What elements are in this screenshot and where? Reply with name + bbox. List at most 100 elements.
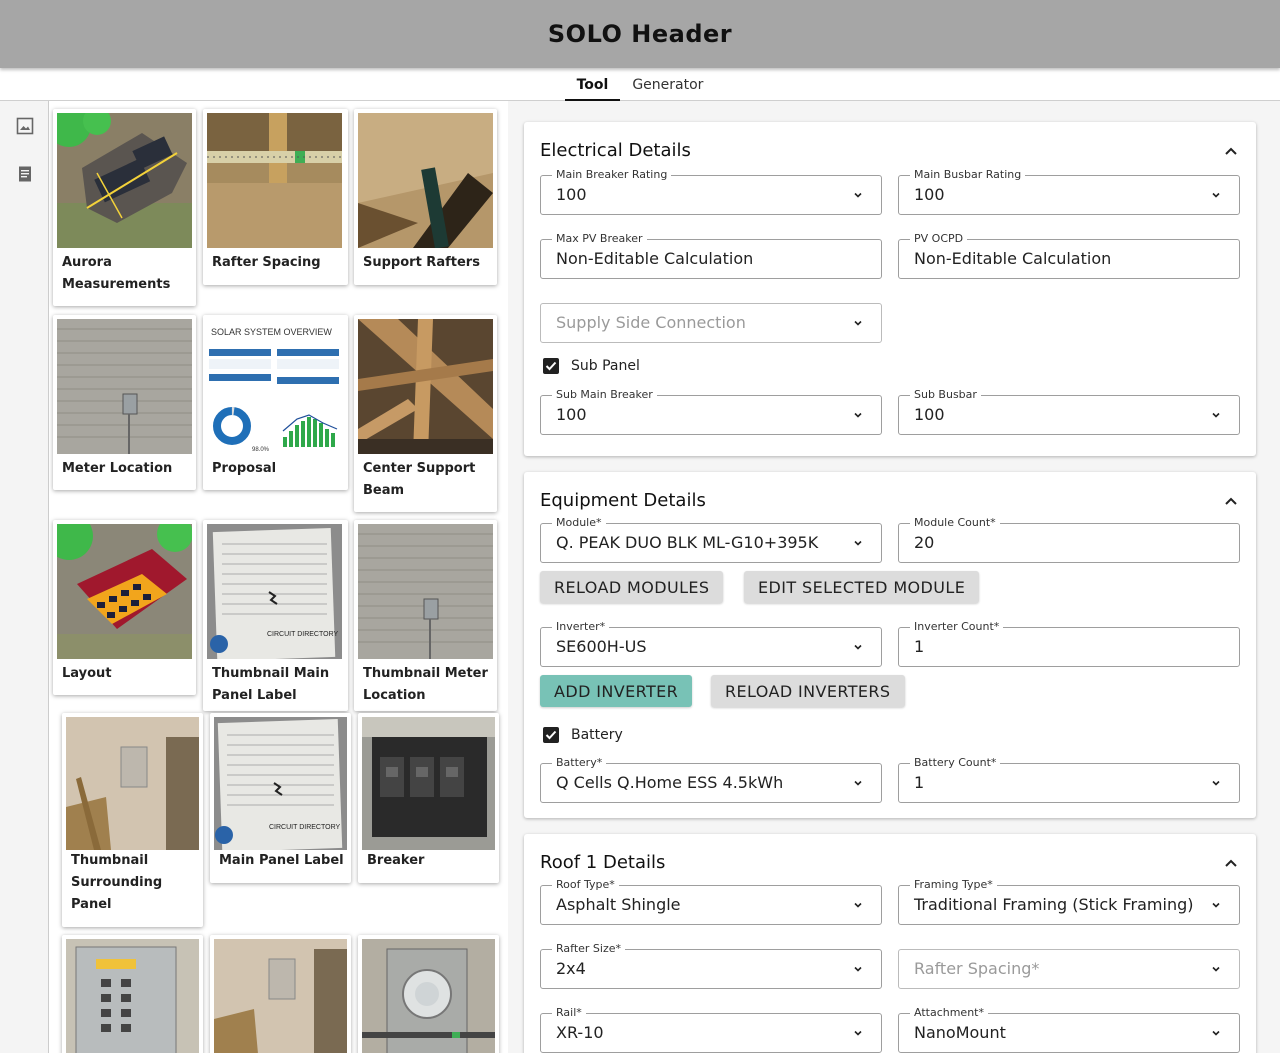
reload-inverters-button[interactable]: RELOAD INVERTERS — [711, 675, 905, 707]
chevron-down-icon — [854, 412, 862, 418]
chevron-down-icon — [854, 966, 862, 972]
card-caption: Proposal — [212, 461, 277, 476]
photo-gallery: Aurora Measurements Rafter Spacing Suppo… — [49, 101, 504, 1053]
pv-ocpd-field: PV OCPD Non-Editable Calculation — [898, 232, 1240, 279]
electrical-details-section: Electrical Details Main Breaker Rating 1… — [524, 122, 1256, 456]
photo-card-thumbnail-main-panel-label[interactable]: CIRCUIT DIRECTORY Thumbnail Main Panel L… — [203, 520, 348, 711]
rafter-spacing-photo — [207, 113, 342, 248]
chevron-down-icon — [854, 902, 862, 908]
card-caption: Main Panel Label — [219, 853, 344, 868]
section-title: Equipment Details — [540, 490, 706, 511]
photo-card-layout[interactable]: Layout — [53, 520, 196, 695]
card-caption: Breaker — [367, 853, 425, 868]
layout-photo — [57, 524, 192, 659]
roof-details-section: Roof 1 Details Roof Type* Asphalt Shingl… — [524, 834, 1256, 1053]
supply-side-connection-select[interactable]: Supply Side Connection — [540, 303, 882, 343]
document-icon[interactable] — [16, 165, 34, 183]
photo-card-proposal[interactable]: SOLAR SYSTEM OVERVIEW 98.0% Proposal — [203, 315, 348, 490]
tab-tool[interactable]: Tool — [564, 70, 621, 101]
tab-generator[interactable]: Generator — [620, 70, 715, 101]
rail-select[interactable]: Rail* XR-10 — [540, 1006, 882, 1053]
reload-modules-button[interactable]: RELOAD MODULES — [540, 571, 724, 603]
circuit-directory-text: CIRCUIT DIRECTORY — [267, 631, 339, 638]
module-count-input[interactable]: Module Count* 20 — [898, 516, 1240, 563]
support-rafters-photo — [358, 113, 493, 248]
aurora-photo — [57, 113, 192, 248]
chevron-down-icon — [854, 540, 862, 546]
battery-count-select[interactable]: Battery Count* 1 — [898, 756, 1240, 803]
chevron-down-icon — [854, 320, 862, 326]
chevron-down-icon — [854, 780, 862, 786]
roof-type-select[interactable]: Roof Type* Asphalt Shingle — [540, 878, 882, 925]
card-caption: Rafter Spacing — [212, 255, 321, 270]
meter-photo — [362, 939, 495, 1053]
card-caption: Layout — [62, 666, 112, 681]
add-inverter-button[interactable]: ADD INVERTER — [540, 675, 693, 707]
battery-select[interactable]: Battery* Q Cells Q.Home ESS 4.5kWh — [540, 756, 882, 803]
rafter-spacing-select[interactable]: Rafter Spacing* — [898, 949, 1240, 989]
chevron-down-icon — [1212, 192, 1220, 198]
section-title: Roof 1 Details — [540, 852, 666, 873]
framing-type-select[interactable]: Framing Type* Traditional Framing (Stick… — [898, 878, 1240, 925]
max-pv-breaker-field: Max PV Breaker Non-Editable Calculation — [540, 232, 882, 279]
sub-busbar-select[interactable]: Sub Busbar 100 — [898, 388, 1240, 435]
card-caption: Thumbnail Main Panel Label — [212, 666, 330, 703]
chevron-down-icon — [854, 644, 862, 650]
chevron-down-icon — [854, 192, 862, 198]
proposal-image-pct: 98.0% — [252, 447, 270, 453]
edit-selected-module-button[interactable]: EDIT SELECTED MODULE — [744, 571, 980, 603]
section-title: Electrical Details — [540, 140, 691, 161]
chevron-down-icon — [1212, 902, 1220, 908]
chevron-down-icon — [1212, 780, 1220, 786]
battery-checkbox[interactable]: Battery — [543, 727, 623, 743]
main-breaker-rating-select[interactable]: Main Breaker Rating 100 — [540, 168, 882, 215]
photo-card-breaker[interactable]: Breaker — [358, 713, 499, 883]
rafter-size-select[interactable]: Rafter Size* 2x4 — [540, 942, 882, 989]
image-icon[interactable] — [16, 117, 34, 135]
thumbnail-meter-location-photo — [358, 524, 493, 659]
app-header: SOLO Header — [0, 0, 1280, 68]
proposal-image-title: SOLAR SYSTEM OVERVIEW — [211, 327, 332, 337]
equipment-details-section: Equipment Details Module* Q. PEAK DUO BL… — [524, 472, 1256, 818]
photo-card-panel-interior[interactable] — [62, 935, 203, 1053]
main-busbar-rating-select[interactable]: Main Busbar Rating 100 — [898, 168, 1240, 215]
card-caption: Thumbnail Meter Location — [363, 666, 488, 703]
surrounding-area-photo — [214, 939, 347, 1053]
chevron-up-icon[interactable] — [1224, 494, 1238, 508]
photo-card-center-support-beam[interactable]: Center Support Beam — [354, 315, 497, 512]
inverter-select[interactable]: Inverter* SE600H-US — [540, 620, 882, 667]
photo-card-main-panel-label[interactable]: CIRCUIT DIRECTORY Main Panel Label — [210, 713, 351, 883]
photo-card-thumbnail-meter-location[interactable]: Thumbnail Meter Location — [354, 520, 497, 711]
photo-card-rafter-spacing[interactable]: Rafter Spacing — [203, 109, 348, 285]
circuit-directory-text-2: CIRCUIT DIRECTORY — [269, 824, 341, 831]
photo-card-meter-location[interactable]: Meter Location — [53, 315, 196, 490]
chevron-up-icon[interactable] — [1224, 144, 1238, 158]
photo-card-aurora-measurements[interactable]: Aurora Measurements — [53, 109, 196, 306]
sub-main-breaker-select[interactable]: Sub Main Breaker 100 — [540, 388, 882, 435]
main-panel-label-photo: CIRCUIT DIRECTORY — [207, 524, 342, 659]
photo-card-meter[interactable] — [358, 935, 499, 1053]
card-caption: Center Support Beam — [363, 461, 476, 498]
attachment-select[interactable]: Attachment* NanoMount — [898, 1006, 1240, 1053]
module-select[interactable]: Module* Q. PEAK DUO BLK ML-G10+395K — [540, 516, 882, 563]
card-caption: Meter Location — [62, 461, 173, 476]
card-caption: Aurora Measurements — [62, 255, 171, 292]
photo-card-surrounding-area[interactable] — [210, 935, 351, 1053]
chevron-down-icon — [854, 1030, 862, 1036]
inverter-count-input[interactable]: Inverter Count* 1 — [898, 620, 1240, 667]
surrounding-panel-photo — [66, 717, 199, 850]
center-support-beam-photo — [358, 319, 493, 454]
photo-card-support-rafters[interactable]: Support Rafters — [354, 109, 497, 285]
side-rail — [0, 101, 49, 1053]
photo-card-thumbnail-surrounding-panel[interactable]: Thumbnail Surrounding Panel — [62, 713, 203, 927]
sub-panel-checkbox[interactable]: Sub Panel — [543, 358, 640, 374]
card-caption: Thumbnail Surrounding Panel — [71, 853, 163, 912]
meter-location-photo — [57, 319, 192, 454]
app-title: SOLO Header — [547, 20, 733, 48]
chevron-up-icon[interactable] — [1224, 856, 1238, 870]
chevron-down-icon — [1212, 412, 1220, 418]
chevron-down-icon — [1212, 966, 1220, 972]
main-panel-label-photo-2: CIRCUIT DIRECTORY — [214, 717, 347, 850]
details-panel: Electrical Details Main Breaker Rating 1… — [508, 101, 1280, 1053]
chevron-down-icon — [1212, 1030, 1220, 1036]
